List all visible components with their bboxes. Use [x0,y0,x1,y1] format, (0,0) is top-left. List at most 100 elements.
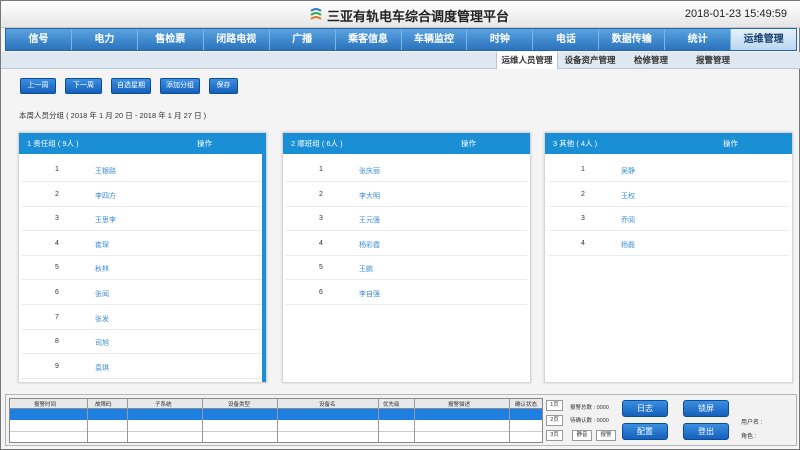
member-row[interactable]: 6 李自强 [286,281,527,305]
next-week-button[interactable]: 下一周 [65,78,102,94]
alarm-row[interactable] [10,432,542,444]
member-name-link[interactable]: 张庆丽 [359,166,380,176]
member-number: 4 [581,239,585,247]
member-row[interactable]: 2 李四方 [22,183,263,207]
nav-item-7[interactable]: 时钟 [467,29,534,50]
subnav-alarm[interactable]: 报警管理 [680,52,746,69]
col-confirm-status: 确认状态 [515,402,538,408]
member-number: 2 [55,190,59,198]
col-device-name: 设备名 [319,402,336,408]
mute-button[interactable]: 静音 [572,430,592,441]
nav-item-3[interactable]: 闭路电视 [204,29,270,50]
member-name-link[interactable]: 王元强 [359,215,380,225]
page-1-button[interactable]: 1页 [546,400,563,411]
member-row[interactable]: 3 乔阅 [548,207,789,232]
member-number: 3 [581,215,585,223]
member-name-link[interactable]: 杨彩霞 [359,240,380,250]
nav-item-2[interactable]: 售检票 [138,29,204,50]
member-row[interactable]: 3 王元强 [286,207,527,232]
group-title: 1 责任组 ( 9人 ) [27,139,79,148]
member-row[interactable]: 2 王权 [548,183,789,207]
member-row[interactable]: 5 秋林 [22,256,263,281]
nav-item-8[interactable]: 电话 [533,29,600,50]
member-number: 2 [319,190,323,198]
member-name-link[interactable]: 王银路 [95,166,116,176]
prev-week-button[interactable]: 上一周 [20,78,56,94]
nav-item-11[interactable]: 运维管理 [731,29,797,50]
role-label: 角色 : [741,434,757,440]
page-3-button[interactable]: 3页 [546,430,563,441]
member-number: 2 [581,190,585,198]
alarm-row-selected[interactable] [10,409,542,420]
col-divider [127,399,128,442]
lock-screen-button[interactable]: 锁屏 [683,400,729,417]
col-divider [202,399,203,442]
add-group-button[interactable]: 添加分组 [160,78,200,94]
member-row[interactable]: 7 张发 [22,306,263,330]
member-name-link[interactable]: 杨磊 [621,240,635,250]
custom-week-button[interactable]: 自选星期 [111,78,151,94]
member-name-link[interactable]: 王权 [621,191,635,201]
alarm-row[interactable] [10,420,542,432]
logout-button[interactable]: 登出 [683,423,729,440]
config-button[interactable]: 配置 [622,423,668,440]
member-row[interactable]: 1 张庆丽 [286,158,527,182]
subnav-assets[interactable]: 设备资产管理 [558,52,622,69]
member-name-link[interactable]: 王鹏 [359,264,373,274]
member-number: 3 [55,215,59,223]
member-number: 4 [55,239,59,247]
nav-item-10[interactable]: 统计 [665,29,732,50]
member-row[interactable]: 8 司旭 [22,330,263,355]
subnav-personnel[interactable]: 运维人员管理 [496,52,558,69]
member-name-link[interactable]: 李四方 [95,191,116,201]
page-2-button[interactable]: 2页 [546,415,563,426]
col-divider [378,399,379,442]
member-row[interactable]: 4 崔琛 [22,232,263,256]
nav-item-9[interactable]: 数据传输 [599,29,666,50]
member-name-link[interactable]: 张闻 [95,289,109,299]
app-title: 三亚有轨电车综合调度管理平台 [327,9,510,24]
member-number: 4 [319,239,323,247]
nav-item-5[interactable]: 乘客信息 [336,29,402,50]
app-window: 三亚有轨电车综合调度管理平台 2018-01-23 15:49:59 信号 电力售… [0,0,800,450]
vertical-scrollbar[interactable] [262,154,266,382]
nav-item-0[interactable]: 信号 [6,29,72,50]
member-name-link[interactable]: 崔琛 [95,240,109,250]
subnav-maintenance[interactable]: 检修管理 [622,52,680,69]
member-name-link[interactable]: 李大明 [359,191,380,201]
member-name-link[interactable]: 王思李 [95,215,116,225]
save-button[interactable]: 保存 [209,78,238,94]
nav-item-1[interactable]: 电力 [72,29,138,50]
member-row[interactable]: 6 张闻 [22,281,263,305]
col-priority: 优先级 [383,402,400,408]
nav-item-6[interactable]: 车辆监控 [402,29,468,50]
group-operation[interactable]: 操作 [723,133,738,154]
member-name-link[interactable]: 李自强 [359,289,380,299]
member-row[interactable]: 3 王思李 [22,207,263,232]
log-button[interactable]: 日志 [622,400,668,417]
member-name-link[interactable]: 张发 [95,314,109,324]
group-panel-2: 2 顺班组 ( 6人 ) 操作 1 张庆丽 2 李大明 3 王元强 4 杨彩霞 5 王鹏 6 李自强 [282,132,531,383]
member-row[interactable]: 1 吴静 [548,158,789,182]
member-row[interactable]: 2 李大明 [286,183,527,207]
member-row[interactable]: 4 杨彩霞 [286,232,527,256]
alarm-button[interactable]: 报警 [596,430,616,441]
member-number: 6 [55,289,59,296]
member-row[interactable]: 9 袁琪 [22,355,263,379]
member-name-link[interactable]: 袁琪 [95,363,109,373]
col-subsystem: 子系统 [155,402,172,408]
main-nav: 信号 电力 售检票 闭路电视 广播 乘客信息 车辆监控 时钟 电话 数据传输 统计 运维管理 [5,28,797,51]
nav-item-4[interactable]: 广播 [270,29,336,50]
member-name-link[interactable]: 秋林 [95,264,109,274]
member-name-link[interactable]: 乔阅 [621,215,635,225]
member-name-link[interactable]: 吴静 [621,166,635,176]
member-row[interactable]: 4 杨磊 [548,232,789,256]
member-row[interactable]: 5 王鹏 [286,256,527,281]
datetime-display: 2018-01-23 15:49:59 [684,8,787,20]
member-name-link[interactable]: 司旭 [95,338,109,348]
member-number: 9 [55,362,59,370]
member-row[interactable]: 1 王银路 [22,158,263,182]
group-operation[interactable]: 操作 [197,133,212,154]
col-description: 报警描述 [448,402,471,408]
group-operation[interactable]: 操作 [461,133,476,154]
